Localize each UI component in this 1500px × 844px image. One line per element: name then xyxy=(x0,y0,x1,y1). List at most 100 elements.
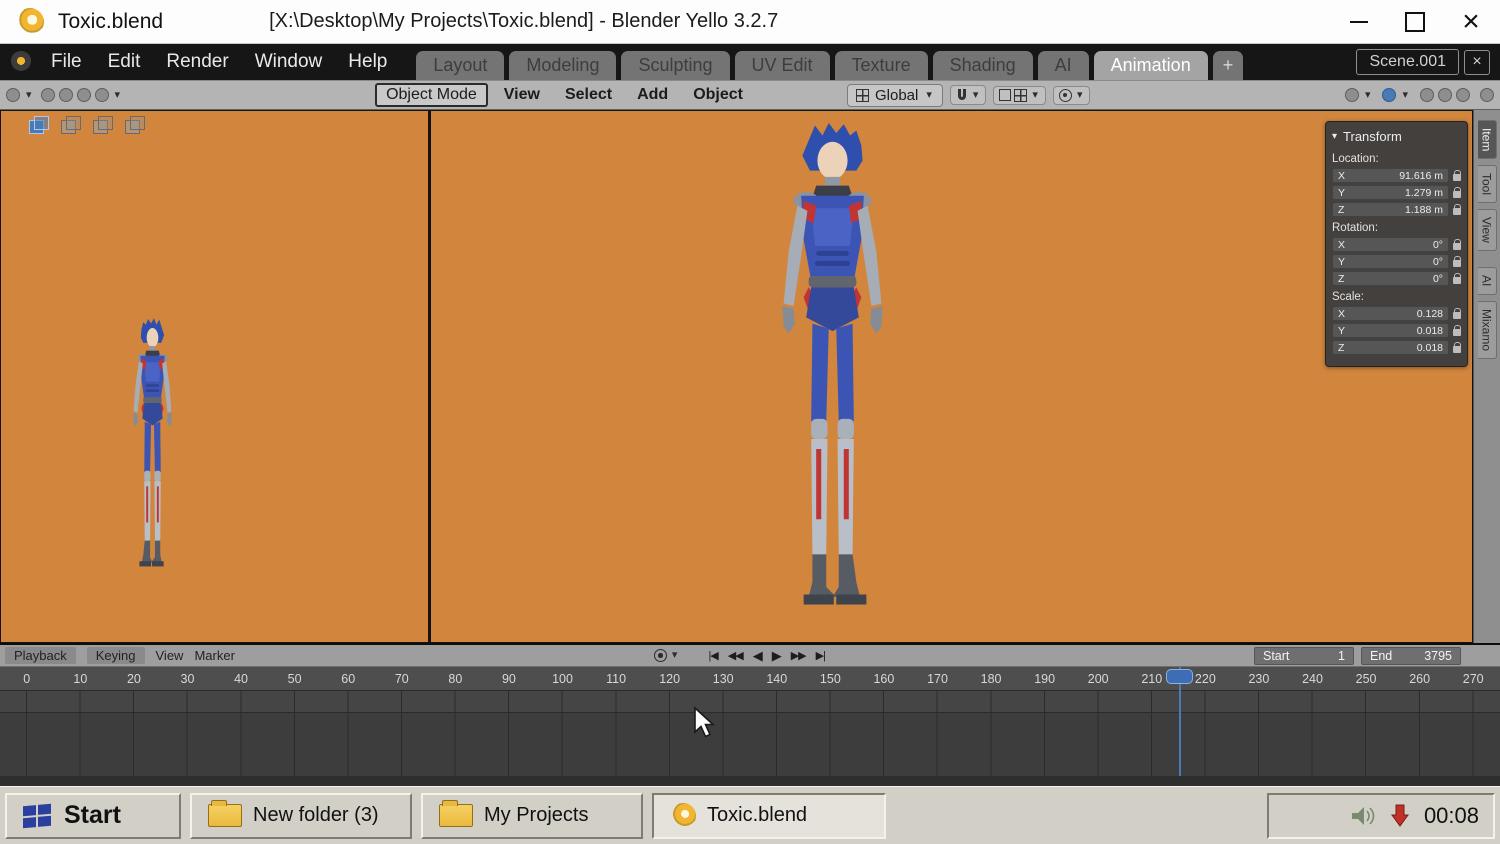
location-x-field[interactable]: X 91.616 m xyxy=(1332,168,1449,183)
next-keyframe-button[interactable]: ▶▶ xyxy=(787,649,810,662)
tab-animation[interactable]: Animation xyxy=(1093,51,1208,80)
location-y-row: Y 1.279 m xyxy=(1332,185,1462,200)
timeline-ruler[interactable]: 0 10 20 30 40 50 60 70 80 90 100 110 120… xyxy=(0,667,1500,691)
lock-icon[interactable] xyxy=(1453,203,1462,215)
taskbar-item-toxic-blend[interactable]: Toxic.blend xyxy=(652,792,886,839)
solid-shading-icon[interactable] xyxy=(1438,88,1452,102)
auto-key-record-button[interactable] xyxy=(653,649,667,662)
scale-z-field[interactable]: Z 0.018 xyxy=(1332,340,1449,355)
tab-layout[interactable]: Layout xyxy=(416,51,505,80)
prev-keyframe-button[interactable]: ◀◀ xyxy=(724,649,747,662)
lock-icon[interactable] xyxy=(1453,255,1462,267)
menu-file[interactable]: File xyxy=(38,51,95,73)
show-gizmo-group[interactable]: ▾ xyxy=(1344,88,1373,102)
mode-icon-group[interactable]: ▾ xyxy=(40,88,123,102)
chevron-down-icon: ▾ xyxy=(1032,88,1038,101)
lock-icon[interactable] xyxy=(1453,169,1462,181)
lock-icon[interactable] xyxy=(1453,324,1462,336)
close-button[interactable]: × xyxy=(1458,6,1484,36)
snap-group[interactable]: ▾ xyxy=(949,85,987,105)
overlay-toggle-icon[interactable] xyxy=(29,116,49,134)
timeline-marker-menu[interactable]: Marker xyxy=(194,648,234,663)
transform-orientation-dropdown[interactable]: Global ▾ xyxy=(847,83,943,107)
taskbar-item-my-projects[interactable]: My Projects xyxy=(421,792,643,839)
viewport-menu-select[interactable]: Select xyxy=(556,86,621,104)
snap-target-group[interactable]: ▾ xyxy=(993,85,1046,105)
download-arrow-icon[interactable] xyxy=(1390,804,1409,828)
menu-window[interactable]: Window xyxy=(242,51,336,73)
tab-uv-edit[interactable]: UV Edit xyxy=(734,51,830,80)
sidebar-tab-item[interactable]: Item xyxy=(1477,120,1497,160)
timeline-base-strip xyxy=(0,776,1500,786)
scene-name-field[interactable]: Scene.001 xyxy=(1356,49,1459,75)
lock-icon[interactable] xyxy=(1453,341,1462,353)
lock-icon[interactable] xyxy=(1453,238,1462,250)
lock-icon[interactable] xyxy=(1453,186,1462,198)
add-workspace-button[interactable]: + xyxy=(1212,51,1244,80)
jump-to-end-button[interactable]: ▶| xyxy=(812,649,829,662)
keying-menu[interactable]: Keying xyxy=(86,647,145,664)
playback-menu[interactable]: Playback xyxy=(5,647,76,664)
play-reverse-button[interactable]: ◀ xyxy=(749,648,766,664)
rendered-shading-icon[interactable] xyxy=(1480,88,1494,102)
object-mode-dropdown[interactable]: Object Mode xyxy=(375,83,488,107)
proportional-editing-group[interactable]: ▾ xyxy=(1052,85,1091,105)
scale-y-field[interactable]: Y 0.018 xyxy=(1332,323,1449,338)
menu-edit[interactable]: Edit xyxy=(95,51,154,73)
sidebar-tab-ai[interactable]: AI xyxy=(1477,267,1497,295)
viewport-menu-object[interactable]: Object xyxy=(684,86,752,104)
transform-panel-header[interactable]: ▾ Transform xyxy=(1332,127,1461,148)
viewport-right[interactable]: ▾ Transform Location: X 91.616 m Y 1.279… xyxy=(430,110,1473,643)
volume-icon[interactable] xyxy=(1350,805,1376,827)
viewport-menu-view[interactable]: View xyxy=(495,86,549,104)
viewport-left[interactable] xyxy=(0,110,430,643)
location-z-field[interactable]: Z 1.188 m xyxy=(1332,202,1449,217)
taskbar-item-new-folder[interactable]: New folder (3) xyxy=(190,792,412,839)
menu-help[interactable]: Help xyxy=(335,51,400,73)
minimize-button[interactable] xyxy=(1346,9,1372,35)
sidebar-tab-mixamo[interactable]: Mixamo xyxy=(1477,300,1497,359)
viewport-display-tools: ▾ ▾ xyxy=(1344,88,1494,102)
timeline-tracks[interactable] xyxy=(0,691,1500,776)
proportional-editing-icon xyxy=(1058,88,1072,102)
overlay-toggle-icon[interactable] xyxy=(125,116,145,134)
timeline-view-menu[interactable]: View xyxy=(156,648,184,663)
wireframe-shading-icon[interactable] xyxy=(1420,88,1434,102)
blender-app-menu-icon[interactable] xyxy=(10,51,32,73)
tab-ai[interactable]: AI xyxy=(1037,51,1089,80)
location-y-field[interactable]: Y 1.279 m xyxy=(1332,185,1449,200)
start-button[interactable]: Start xyxy=(5,792,181,839)
tab-texture[interactable]: Texture xyxy=(834,51,928,80)
menu-render[interactable]: Render xyxy=(153,51,241,73)
end-frame-field[interactable]: End 3795 xyxy=(1361,646,1461,665)
viewport-menu-add[interactable]: Add xyxy=(628,86,677,104)
material-preview-icon[interactable] xyxy=(1456,88,1470,102)
timeline-tick: 240 xyxy=(1302,671,1323,686)
tab-shading[interactable]: Shading xyxy=(932,51,1033,80)
chevron-down-icon: ▾ xyxy=(26,88,32,101)
overlay-toggle-icon[interactable] xyxy=(93,116,113,134)
chevron-down-icon[interactable]: ▾ xyxy=(670,650,680,661)
rotation-z-field[interactable]: Z 0° xyxy=(1332,271,1449,286)
rotation-x-field[interactable]: X 0° xyxy=(1332,237,1449,252)
timeline-header: Playback Keying View Marker ▾ |◀ ◀◀ ◀ ▶ … xyxy=(0,645,1500,667)
start-frame-field[interactable]: Start 1 xyxy=(1254,646,1354,665)
editor-type-selector[interactable]: ▾ xyxy=(6,88,34,102)
play-button[interactable]: ▶ xyxy=(768,648,785,664)
tab-modeling[interactable]: Modeling xyxy=(509,51,617,80)
maximize-button[interactable] xyxy=(1402,9,1428,35)
scene-unlink-button[interactable]: × xyxy=(1464,49,1490,75)
tab-sculpting[interactable]: Sculpting xyxy=(621,51,730,80)
overlays-group[interactable]: ▾ xyxy=(1382,88,1410,102)
sidebar-tab-tool[interactable]: Tool xyxy=(1477,165,1497,204)
scale-x-field[interactable]: X 0.128 xyxy=(1332,306,1449,321)
playhead-handle[interactable] xyxy=(1166,669,1193,684)
character-model-front-view[interactable] xyxy=(756,119,909,611)
sidebar-tab-view[interactable]: View xyxy=(1477,209,1497,252)
lock-icon[interactable] xyxy=(1453,307,1462,319)
lock-icon[interactable] xyxy=(1453,272,1462,284)
rotation-y-field[interactable]: Y 0° xyxy=(1332,254,1449,269)
jump-to-start-button[interactable]: |◀ xyxy=(704,649,721,662)
overlay-toggle-icon[interactable] xyxy=(61,116,81,134)
character-model-side-view[interactable] xyxy=(123,317,182,569)
